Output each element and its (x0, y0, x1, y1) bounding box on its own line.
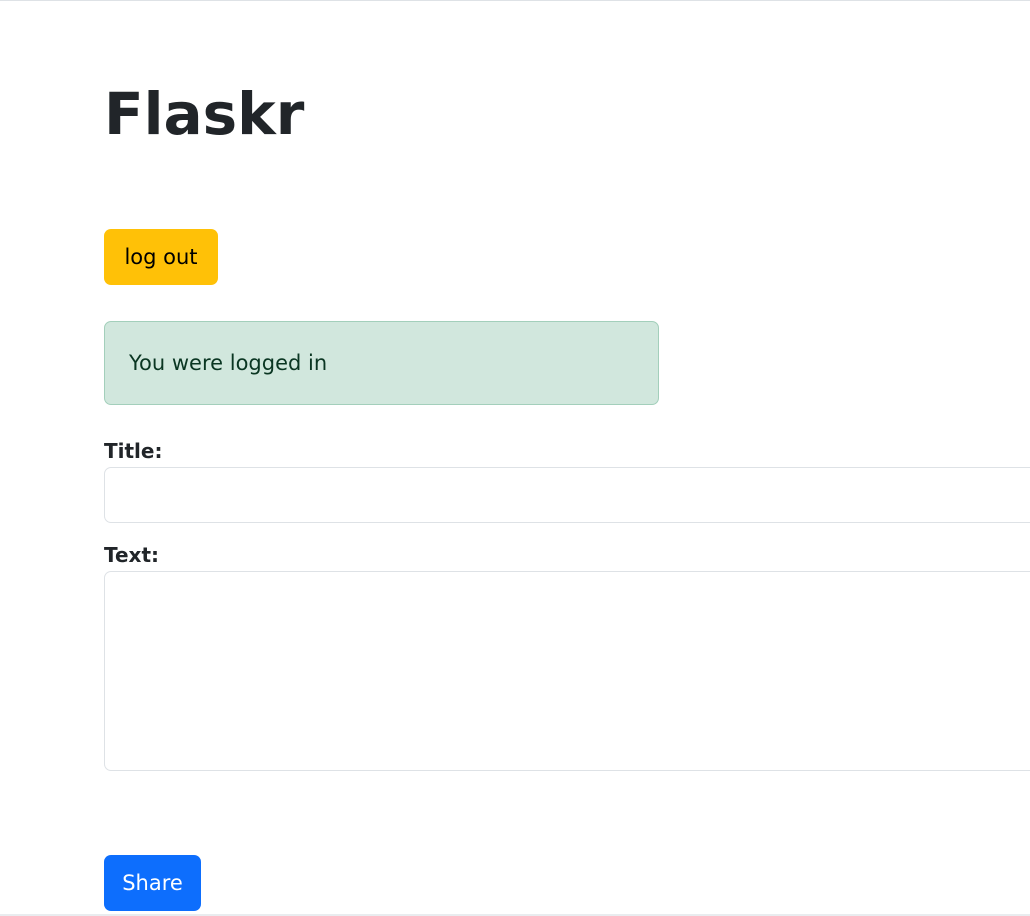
share-button[interactable]: Share (104, 855, 201, 911)
logout-button[interactable]: log out (104, 229, 218, 285)
title-input[interactable] (104, 467, 1030, 523)
text-textarea[interactable] (104, 571, 1030, 771)
title-label: Title: (104, 439, 163, 463)
flash-message: You were logged in (104, 321, 659, 405)
page-title: Flaskr (104, 80, 305, 148)
text-label: Text: (104, 543, 160, 567)
main-container: Flaskr log out You were logged in Title:… (104, 0, 1030, 916)
flash-message-text: You were logged in (129, 351, 328, 375)
